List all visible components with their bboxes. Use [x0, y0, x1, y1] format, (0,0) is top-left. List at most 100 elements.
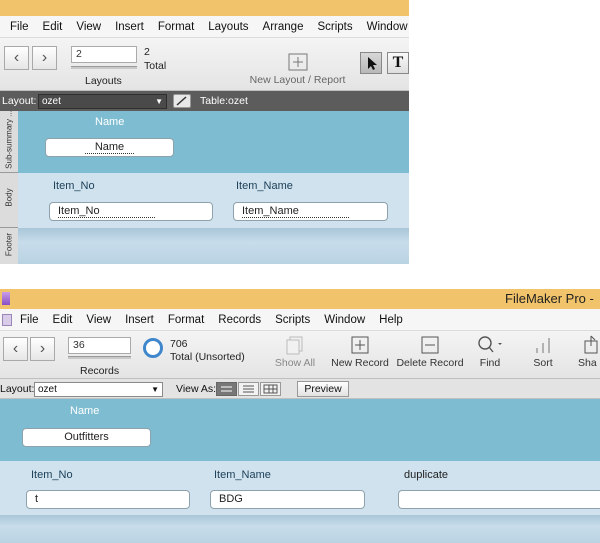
prev-record-button[interactable]: ‹ [3, 337, 28, 361]
share-button[interactable]: Sha [578, 335, 600, 369]
next-layout-button[interactable]: › [32, 46, 57, 70]
menu-scripts[interactable]: Scripts [275, 314, 310, 326]
layout-toolbar: ‹ › 2 2 Total Layouts New Layout / Repor… [0, 38, 409, 91]
menu-records[interactable]: Records [218, 314, 261, 326]
duplicate-value-field[interactable] [398, 490, 600, 509]
menu-edit[interactable]: Edit [43, 21, 63, 33]
footer-tab[interactable]: Footer [0, 228, 18, 264]
chevron-left-icon: ‹ [12, 340, 19, 357]
item-no-label: Item_No [31, 469, 73, 481]
item-name-label: Item_Name [214, 469, 271, 481]
layout-mode-window: File Edit View Insert Format Layouts Arr… [0, 0, 409, 264]
prev-layout-button[interactable]: ‹ [4, 46, 29, 70]
show-all-icon [286, 336, 303, 355]
menu-scripts[interactable]: Scripts [317, 21, 352, 33]
menu-edit[interactable]: Edit [53, 314, 73, 326]
item-name-field-text: Item_Name [242, 205, 349, 218]
menu-insert[interactable]: Insert [115, 21, 144, 33]
title-bar: FileMaker Pro - [0, 289, 600, 309]
footer-part [18, 228, 409, 264]
name-field[interactable]: Name [45, 138, 174, 157]
layout-slider[interactable] [71, 66, 137, 69]
window-title: FileMaker Pro - [505, 291, 594, 306]
body-tab[interactable]: Body [0, 173, 18, 228]
layout-canvas: Sub-summary ... Name Name Body Item_No I… [0, 110, 409, 264]
layout-number-field[interactable]: 2 [71, 46, 137, 63]
form-view-button[interactable] [216, 382, 237, 396]
sub-summary-tab[interactable]: Sub-summary ... [0, 110, 18, 173]
chevron-right-icon: › [39, 340, 46, 357]
find-button[interactable]: Find [474, 335, 506, 369]
layout-label: Layout: [2, 95, 37, 107]
duplicate-label: duplicate [404, 469, 449, 481]
delete-record-label: Delete Record [396, 357, 464, 369]
layout-label: Layout: [0, 382, 35, 395]
name-field-label: Name [95, 116, 125, 128]
item-name-field[interactable]: Item_Name [233, 202, 388, 221]
layout-dropdown[interactable]: ozet ▼ [38, 94, 167, 109]
name-label: Name [70, 405, 100, 417]
menu-file[interactable]: File [10, 21, 29, 33]
browse-canvas: Name Outfitters Item_No t Item_Name BDG … [0, 399, 600, 543]
item-name-value-field[interactable]: BDG [210, 490, 365, 509]
footer-area [0, 515, 600, 543]
sort-icon [536, 338, 550, 353]
list-view-icon [243, 385, 254, 393]
menu-arrange[interactable]: Arrange [263, 21, 304, 33]
name-value-field[interactable]: Outfitters [22, 428, 151, 447]
table-view-button[interactable] [260, 382, 281, 396]
menu-format[interactable]: Format [168, 314, 204, 326]
dropdown-arrow-icon: ▼ [151, 385, 159, 394]
menu-help[interactable]: Help [379, 314, 403, 326]
layout-dropdown-value: ozet [42, 96, 61, 107]
found-set-pie [143, 338, 163, 358]
menu-view[interactable]: View [86, 314, 111, 326]
form-view-icon [221, 386, 232, 392]
new-record-label: New Record [331, 357, 389, 369]
menu-bar: File Edit View Insert Format Layouts Arr… [0, 16, 409, 38]
menu-view[interactable]: View [76, 21, 101, 33]
item-no-field-label: Item_No [53, 180, 95, 192]
doc-icon [2, 313, 12, 326]
menu-format[interactable]: Format [158, 21, 194, 33]
total-record-count: 706 [170, 338, 188, 350]
pencil-icon [176, 96, 187, 106]
text-tool-icon: T [392, 54, 404, 71]
list-view-button[interactable] [238, 382, 259, 396]
dropdown-arrow-icon: ▼ [155, 97, 163, 106]
item-no-value-field[interactable]: t [26, 490, 190, 509]
total-unsorted-label: Total (Unsorted) [170, 351, 245, 363]
menu-file[interactable]: File [20, 314, 39, 326]
layout-dropdown[interactable]: ozet ▼ [34, 382, 163, 397]
record-slider[interactable] [68, 356, 131, 359]
item-name-field-label: Item_Name [236, 180, 293, 192]
delete-record-button[interactable]: Delete Record [396, 335, 464, 369]
pointer-tool-button[interactable] [360, 52, 382, 74]
menu-window[interactable]: Window [367, 21, 408, 33]
records-label: Records [80, 365, 120, 377]
edit-layout-button[interactable] [173, 94, 191, 108]
share-icon [584, 335, 598, 354]
new-layout-button[interactable]: New Layout / Report [245, 52, 350, 86]
chevron-left-icon: ‹ [13, 49, 20, 66]
share-label: Sha [578, 357, 597, 369]
layout-bar: Layout: ozet ▼ Table:ozet [0, 91, 409, 111]
next-record-button[interactable]: › [30, 337, 55, 361]
preview-label: Preview [304, 383, 342, 395]
view-as-label: View As: [176, 383, 217, 395]
item-no-field[interactable]: Item_No [49, 202, 213, 221]
text-tool-button[interactable]: T [387, 52, 409, 74]
record-number-field[interactable]: 36 [68, 337, 131, 354]
new-record-button[interactable]: New Record [329, 335, 391, 369]
sort-button[interactable]: Sort [528, 335, 558, 369]
menu-window[interactable]: Window [324, 314, 365, 326]
delete-record-icon [421, 336, 439, 354]
new-layout-icon [288, 53, 307, 71]
menu-insert[interactable]: Insert [125, 314, 154, 326]
find-label: Find [479, 357, 501, 369]
app-icon [2, 292, 10, 305]
search-icon [478, 336, 502, 353]
show-all-button[interactable]: Show All [271, 335, 319, 369]
menu-layouts[interactable]: Layouts [208, 21, 248, 33]
preview-button[interactable]: Preview [297, 381, 349, 397]
